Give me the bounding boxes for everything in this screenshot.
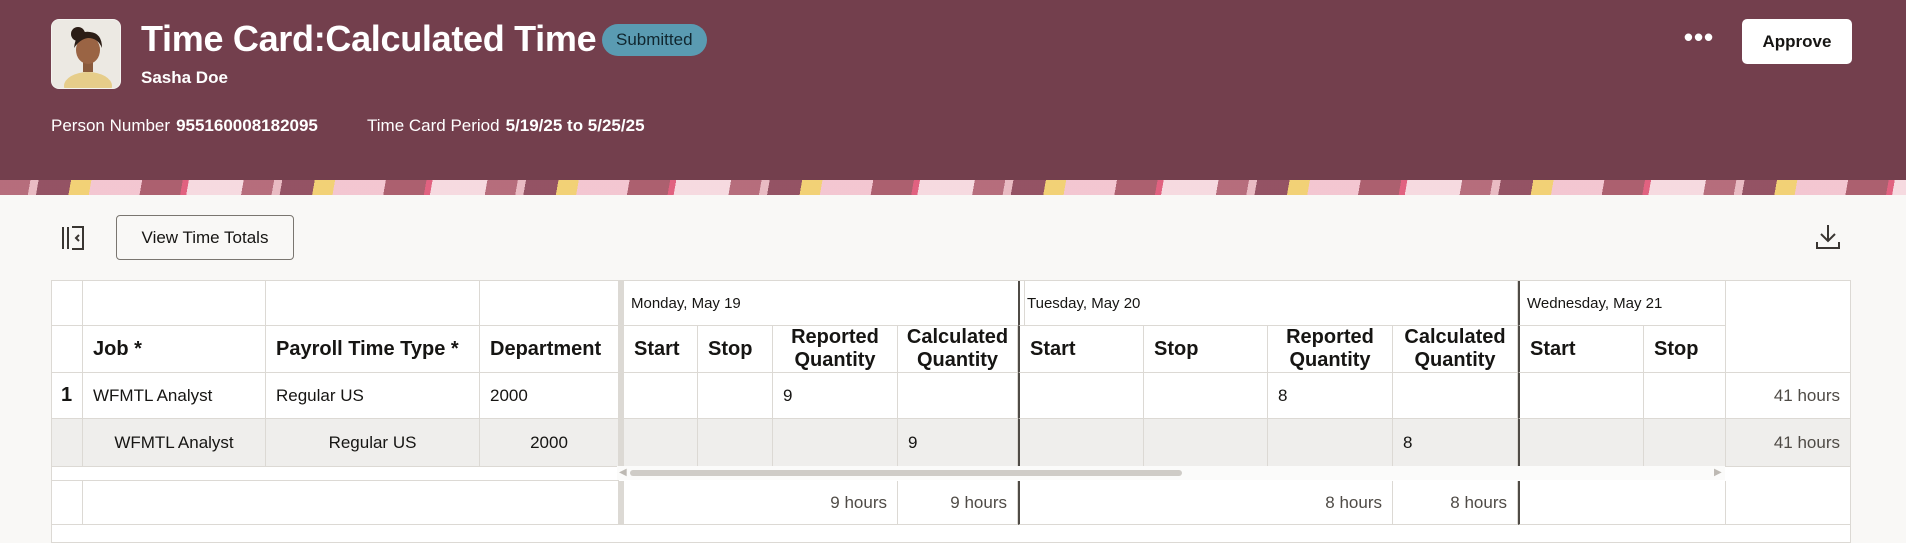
header-spacer: [83, 281, 266, 326]
quantity-label: Quantity: [1414, 349, 1496, 371]
total-grand-spacer: [1726, 481, 1850, 525]
cell-payroll-time-type: Regular US: [266, 419, 480, 467]
cell-tue-reported[interactable]: 8: [1268, 373, 1393, 419]
calculated-label: Calculated: [906, 326, 1009, 348]
cell-mon-calculated[interactable]: [898, 373, 1018, 419]
header-pattern-band: [0, 180, 1906, 195]
total-wed: [1518, 481, 1726, 525]
cell-mon-stop: [698, 419, 773, 467]
scroll-spacer: [52, 467, 619, 481]
col-header-mon-calculated-quantity[interactable]: Calculated Quantity: [898, 326, 1018, 373]
person-photo-icon: [52, 20, 120, 88]
total-tue-calculated: 8 hours: [1393, 481, 1518, 525]
page-header: Time Card:Calculated Time Submitted Sash…: [0, 0, 1906, 180]
day-header-tuesday: Tuesday, May 20: [1018, 281, 1518, 326]
col-header-payroll-time-type[interactable]: Payroll Time Type *: [266, 326, 480, 373]
col-header-tue-reported-quantity[interactable]: Reported Quantity: [1268, 326, 1393, 373]
reported-label: Reported: [1286, 326, 1374, 348]
cell-tue-calculated[interactable]: [1393, 373, 1518, 419]
totals-label-spacer: [83, 481, 619, 525]
cell-mon-reported[interactable]: 9: [773, 373, 898, 419]
person-number-value: 955160008182095: [176, 116, 318, 135]
cell-mon-reported: [773, 419, 898, 467]
period-value: 5/19/25 to 5/25/25: [505, 116, 645, 135]
col-header-wed-start[interactable]: Start: [1518, 326, 1644, 373]
header-spacer: [480, 281, 619, 326]
cell-department: 2000: [480, 419, 619, 467]
quantity-label: Quantity: [794, 349, 876, 371]
download-icon[interactable]: [1815, 223, 1841, 251]
col-header-tue-start[interactable]: Start: [1018, 326, 1144, 373]
col-header-wed-stop[interactable]: Stop: [1644, 326, 1726, 373]
col-header-tue-calculated-quantity[interactable]: Calculated Quantity: [1393, 326, 1518, 373]
quantity-label: Quantity: [1289, 349, 1371, 371]
total-tue-reported: 8 hours: [1018, 481, 1393, 525]
row-total: 41 hours: [1726, 419, 1850, 467]
cell-wed-start: [1518, 419, 1644, 467]
row-total: 41 hours: [1726, 373, 1850, 419]
cell-mon-stop[interactable]: [698, 373, 773, 419]
col-header-tue-stop[interactable]: Stop: [1144, 326, 1268, 373]
horizontal-scrollbar-thumb[interactable]: [630, 470, 1182, 476]
scroll-left-icon[interactable]: ◀: [619, 467, 627, 478]
cell-tue-calculated: 8: [1393, 419, 1518, 467]
person-number-label: Person Number: [51, 116, 171, 135]
col-header-mon-start[interactable]: Start: [619, 326, 698, 373]
header-spacer: [52, 281, 83, 326]
cell-tue-reported: [1268, 419, 1393, 467]
panel-toggle-icon[interactable]: [60, 225, 86, 251]
avatar: [51, 19, 121, 89]
cell-department[interactable]: 2000: [480, 373, 619, 419]
total-header: [1726, 281, 1850, 373]
totals-index: [52, 481, 83, 525]
day-header-monday: Monday, May 19: [619, 281, 1025, 326]
status-badge: Submitted: [602, 24, 707, 56]
total-mon-reported: 9 hours: [619, 481, 898, 525]
cell-tue-stop: [1144, 419, 1268, 467]
period-label: Time Card Period: [367, 116, 500, 135]
cell-tue-start: [1018, 419, 1144, 467]
person-number: Person Number 955160008182095: [51, 116, 318, 136]
person-name: Sasha Doe: [141, 68, 228, 87]
cell-mon-start[interactable]: [619, 373, 698, 419]
cell-wed-start[interactable]: [1518, 373, 1644, 419]
day-header-wednesday: Wednesday, May 21: [1518, 281, 1726, 326]
calculated-label: Calculated: [1404, 326, 1506, 348]
scroll-right-icon[interactable]: ▶: [1714, 467, 1722, 478]
col-header-department[interactable]: Department: [480, 326, 619, 373]
view-time-totals-button[interactable]: View Time Totals: [116, 215, 294, 260]
page-title: Time Card:Calculated Time: [141, 18, 597, 59]
reported-label: Reported: [791, 326, 879, 348]
row-index: [52, 419, 83, 467]
row-index-header: [52, 326, 83, 373]
header-spacer: [266, 281, 480, 326]
col-header-job[interactable]: Job *: [83, 326, 266, 373]
cell-wed-stop[interactable]: [1644, 373, 1726, 419]
cell-mon-start: [619, 419, 698, 467]
time-card-period: Time Card Period 5/19/25 to 5/25/25: [367, 116, 645, 136]
more-actions-button[interactable]: •••: [1683, 24, 1715, 56]
col-header-mon-reported-quantity[interactable]: Reported Quantity: [773, 326, 898, 373]
cell-job: WFMTL Analyst: [83, 419, 266, 467]
quantity-label: Quantity: [916, 349, 999, 371]
total-mon-calculated: 9 hours: [898, 481, 1018, 525]
cell-job[interactable]: WFMTL Analyst: [83, 373, 266, 419]
cell-tue-stop[interactable]: [1144, 373, 1268, 419]
time-card-grid: Monday, May 19 Tuesday, May 20 Wednesday…: [51, 280, 1851, 543]
cell-tue-start[interactable]: [1018, 373, 1144, 419]
cell-mon-calculated: 9: [898, 419, 1018, 467]
cell-wed-stop: [1644, 419, 1726, 467]
cell-payroll-time-type[interactable]: Regular US: [266, 373, 480, 419]
approve-button[interactable]: Approve: [1742, 19, 1852, 64]
col-header-mon-stop[interactable]: Stop: [698, 326, 773, 373]
row-index: 1: [52, 373, 83, 419]
